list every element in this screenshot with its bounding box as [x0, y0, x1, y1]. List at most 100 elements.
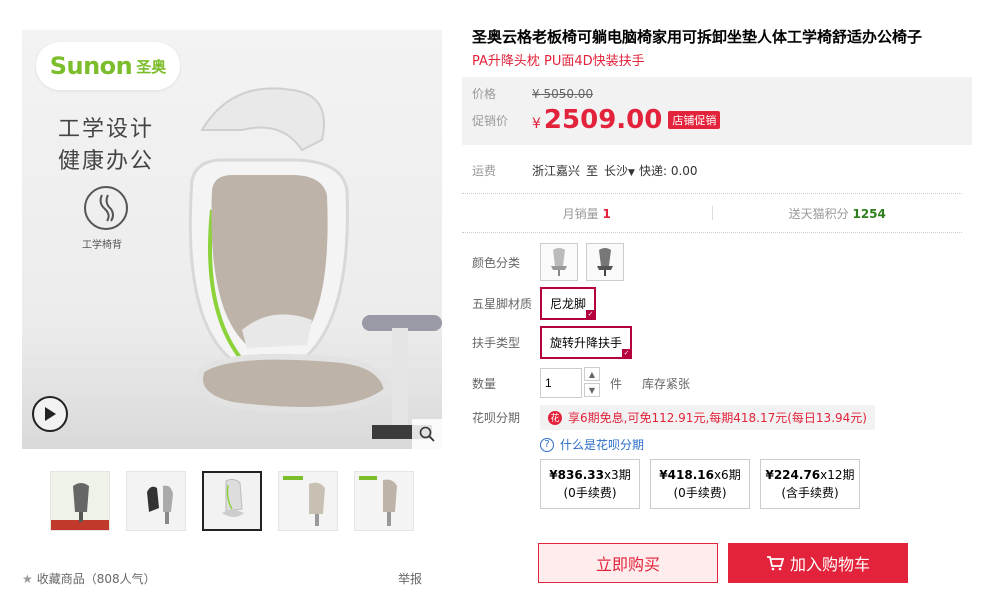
thumbnail-2[interactable] — [126, 471, 186, 531]
base-option-row: 五星脚材质 尼龙脚 — [472, 287, 972, 320]
feature-label: 工学椅背 — [82, 240, 122, 251]
original-price-label: 价格 — [472, 87, 497, 101]
chair-illustration — [188, 87, 442, 439]
thumbnail-3[interactable] — [202, 471, 262, 531]
plan-amount: ¥836.33 — [549, 468, 604, 482]
brand-logo-text: Sunon — [49, 52, 133, 80]
chair-thumbnail — [597, 248, 613, 276]
thumbnail-image — [127, 472, 185, 530]
huabei-help-text: 什么是花呗分期 — [560, 438, 645, 452]
thumbnail-image — [279, 472, 337, 530]
armrest-option-row: 扶手类型 旋转升降扶手 — [472, 326, 972, 359]
quantity-row: 数量 ▲ ▼ 件 库存紧张 — [472, 367, 972, 399]
original-price-value: ¥ 5050.00 — [532, 86, 594, 101]
product-details: 圣奥云格老板椅可躺电脑椅家用可拆卸坐垫人体工学椅舒适办公椅子 PA升降头枕 PU… — [462, 26, 972, 583]
slogan-line-1: 工学设计 — [58, 117, 155, 142]
shipping-destination-select[interactable]: 长沙▼ — [604, 162, 635, 179]
base-option-selected[interactable]: 尼龙脚 — [540, 287, 597, 320]
promo-price-value: 2509.00 — [543, 105, 663, 135]
price-box: 价格 ¥ 5050.00 促销价 ¥2509.00 店铺促销 — [462, 77, 972, 145]
plan-fee: (含手续费) — [781, 486, 839, 500]
action-buttons: 立即购买 加入购物车 — [538, 543, 972, 583]
add-to-cart-button[interactable]: 加入购物车 — [728, 543, 908, 583]
cart-icon — [766, 556, 784, 571]
zoom-button[interactable] — [412, 419, 442, 449]
original-price-row: 价格 ¥ 5050.00 — [472, 85, 593, 102]
quantity-decrease-button[interactable]: ▼ — [584, 383, 600, 397]
color-label: 颜色分类 — [472, 255, 521, 270]
thumbnail-4[interactable] — [278, 471, 338, 531]
promo-tag: 店铺促销 — [668, 111, 721, 129]
product-subtitle: PA升降头枕 PU面4D快装扶手 — [472, 54, 645, 69]
color-option-2[interactable] — [586, 243, 624, 281]
plan-periods: x3期 — [603, 468, 631, 482]
plan-periods: x6期 — [713, 468, 741, 482]
chair-thumbnail — [551, 248, 567, 276]
product-gallery: Sunon 圣奥 工学设计 健康办公 工学椅背 — [22, 30, 442, 531]
shipping-row: 运费 浙江嘉兴 至 长沙▼ 快递: 0.00 — [472, 157, 972, 183]
brand-logo: Sunon 圣奥 — [36, 42, 180, 90]
play-icon — [45, 407, 56, 421]
thumbnail-image — [355, 472, 413, 530]
sales-label: 月销量 — [562, 206, 599, 221]
huabei-info-text: 享6期免息,可免112.91元,每期418.17元(每日13.94元) — [568, 411, 867, 425]
color-option-row: 颜色分类 — [472, 243, 972, 281]
slogan-line-2: 健康办公 — [58, 149, 155, 174]
thumbnail-image — [51, 472, 109, 530]
thumbnail-image — [204, 473, 260, 529]
shipping-to: 长沙 — [604, 163, 629, 178]
promo-price-label: 促销价 — [472, 113, 509, 128]
quantity-increase-button[interactable]: ▲ — [584, 367, 600, 381]
play-video-button[interactable] — [32, 396, 68, 432]
plan-fee: (0手续费) — [673, 486, 727, 500]
thumbnail-list — [50, 471, 442, 531]
chevron-down-icon: ▼ — [628, 167, 635, 178]
points-label: 送天猫积分 — [788, 206, 849, 221]
installment-plan-12[interactable]: ¥224.76x12期 (含手续费) — [760, 459, 860, 509]
plan-amount: ¥224.76 — [765, 468, 821, 482]
installment-plan-6[interactable]: ¥418.16x6期 (0手续费) — [650, 459, 750, 509]
favorite-label: 收藏商品 — [36, 572, 85, 586]
installment-plans: ¥836.33x3期 (0手续费) ¥418.16x6期 (0手续费) ¥224… — [540, 459, 972, 509]
sales-value: 1 — [602, 206, 611, 221]
thumbnail-5[interactable] — [354, 471, 414, 531]
huabei-info: 花 享6期免息,可免112.91元,每期418.17元(每日13.94元) — [540, 405, 875, 430]
base-label: 五星脚材质 — [472, 297, 533, 311]
divider — [462, 232, 962, 233]
add-to-cart-label: 加入购物车 — [789, 555, 870, 574]
product-title: 圣奥云格老板椅可躺电脑椅家用可拆卸坐垫人体工学椅舒适办公椅子 — [472, 28, 923, 46]
shipping-from: 浙江嘉兴 — [532, 163, 581, 178]
huabei-icon: 花 — [548, 410, 562, 425]
armrest-option-selected[interactable]: 旋转升降扶手 — [540, 326, 633, 359]
question-icon: ? — [540, 437, 554, 452]
favorite-button[interactable]: ★ 收藏商品（808人气） — [22, 570, 156, 587]
shipping-label: 运费 — [472, 163, 497, 178]
huabei-help-link[interactable]: ? 什么是花呗分期 — [540, 436, 972, 453]
huabei-row: 花呗分期 花 享6期免息,可免112.91元,每期418.17元(每日13.94… — [472, 405, 972, 430]
tmall-points: 送天猫积分 1254 — [713, 205, 963, 222]
plan-amount: ¥418.16 — [659, 468, 714, 482]
quantity-unit: 件 — [610, 376, 623, 391]
points-value: 1254 — [852, 206, 886, 221]
quantity-input[interactable] — [540, 368, 582, 398]
buy-now-button[interactable]: 立即购买 — [538, 543, 718, 583]
promo-currency: ¥ — [532, 116, 541, 132]
stats-row: 月销量 1 送天猫积分 1254 — [462, 194, 962, 232]
thumbnail-1[interactable] — [50, 471, 110, 531]
quantity-label: 数量 — [472, 376, 497, 391]
installment-plan-3[interactable]: ¥836.33x3期 (0手续费) — [540, 459, 640, 509]
huabei-label: 花呗分期 — [472, 411, 521, 425]
favorite-bar: ★ 收藏商品（808人气） 举报 — [22, 570, 422, 587]
star-icon: ★ — [22, 572, 33, 586]
sku-options: 颜色分类 五星脚材质 尼龙脚 扶手类型 旋转升降扶手 数量 ▲ ▼ 件 库存紧张 — [472, 243, 972, 430]
armrest-label: 扶手类型 — [472, 336, 521, 350]
stock-status: 库存紧张 — [642, 376, 691, 391]
color-option-1[interactable] — [540, 243, 578, 281]
plan-periods: x12期 — [820, 468, 855, 482]
report-link[interactable]: 举报 — [398, 570, 422, 587]
favorite-count: （808人气） — [84, 572, 156, 586]
main-product-image[interactable]: Sunon 圣奥 工学设计 健康办公 工学椅背 — [22, 30, 442, 449]
spine-icon — [84, 186, 128, 230]
shipping-method: 快递: 0.00 — [638, 163, 698, 178]
promo-price: ¥2509.00 — [532, 105, 662, 135]
